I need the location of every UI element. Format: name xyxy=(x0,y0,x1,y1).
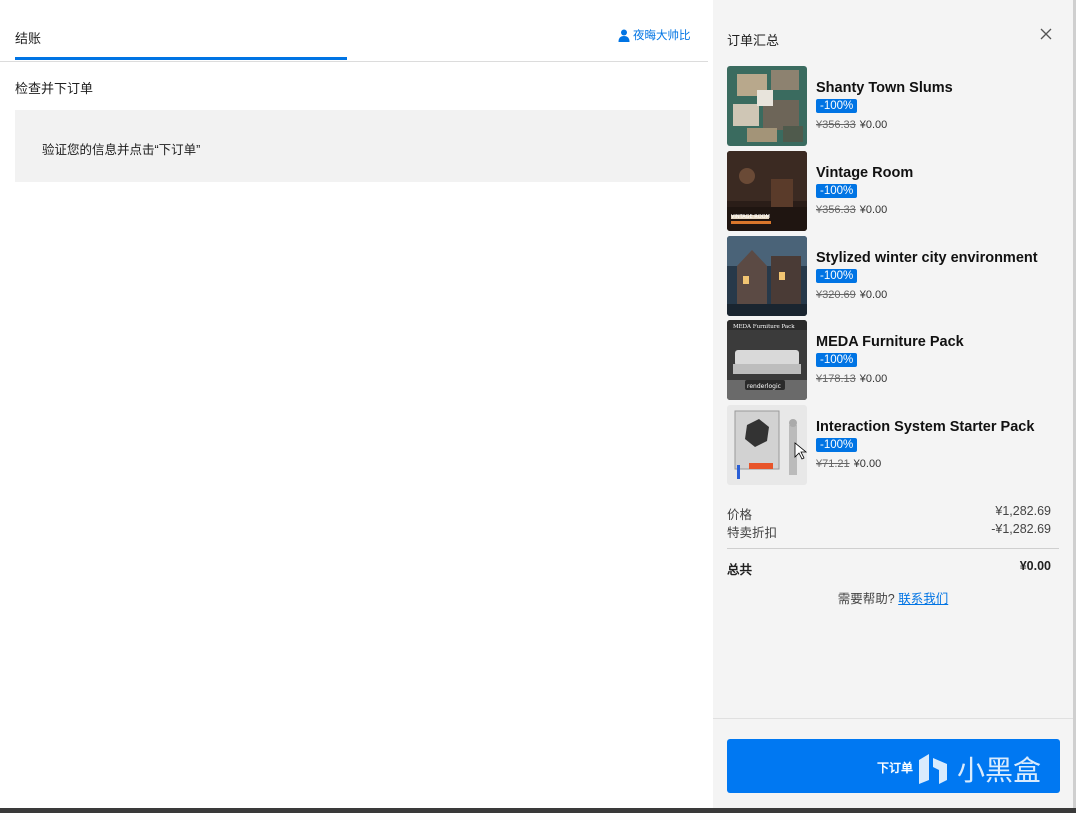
order-item: Shanty Town Slums -100% ¥356.33 ¥0.00 xyxy=(727,66,1067,146)
original-price: ¥356.33 xyxy=(816,204,856,216)
item-price: ¥71.21 ¥0.00 xyxy=(816,458,881,470)
item-name[interactable]: MEDA Furniture Pack xyxy=(816,334,964,350)
original-price: ¥356.33 xyxy=(816,119,856,131)
user-account-link[interactable]: 夜晦大帅比 xyxy=(618,27,691,43)
item-price: ¥178.13 ¥0.00 xyxy=(816,373,887,385)
tab-checkout[interactable]: 结账 xyxy=(15,28,41,47)
price-row: 价格 ¥1,282.69 xyxy=(727,504,1051,523)
discount-badge: -100% xyxy=(816,438,858,452)
price-value: ¥1,282.69 xyxy=(995,504,1051,518)
total-label: 总共 xyxy=(727,563,753,577)
order-item: MEDA Furniture Pack renderlogic MEDA Furn… xyxy=(727,320,1067,400)
sale-price: ¥0.00 xyxy=(859,204,888,216)
product-thumbnail xyxy=(727,66,807,146)
thumbnail-caption: MEDA Furniture Pack xyxy=(733,324,795,330)
place-order-button[interactable]: 下订单 小黑盒 xyxy=(727,739,1060,793)
total-value: ¥0.00 xyxy=(1019,559,1051,573)
item-name[interactable]: Shanty Town Slums xyxy=(816,80,953,96)
product-thumbnail: MEDA Furniture Pack renderlogic xyxy=(727,320,807,400)
item-price: ¥356.33 ¥0.00 xyxy=(816,204,887,216)
order-summary-panel: 订单汇总 Shanty Town Slums -100% ¥356.33 ¥0.0… xyxy=(713,0,1073,718)
summary-divider xyxy=(727,548,1059,549)
watermark: 小黑盒 xyxy=(915,749,1041,789)
discount-badge: -100% xyxy=(816,184,858,198)
discount-label: 特卖折扣 xyxy=(727,526,778,540)
checkout-tabbar: 结账 夜晦大帅比 xyxy=(0,0,708,62)
help-text: 需要帮助? xyxy=(837,592,895,606)
place-order-label: 下订单 xyxy=(877,761,914,775)
order-summary-title: 订单汇总 xyxy=(727,33,780,48)
sale-price: ¥0.00 xyxy=(859,119,888,131)
item-name[interactable]: Stylized winter city environment xyxy=(816,250,1038,266)
item-price: ¥320.69 ¥0.00 xyxy=(816,289,887,301)
item-price: ¥356.33 ¥0.00 xyxy=(816,119,887,131)
sale-price: ¥0.00 xyxy=(853,458,882,470)
order-item: VINTAGE ROOM Vintage Room -100% ¥356.33 ¥… xyxy=(727,151,1067,231)
item-name[interactable]: Vintage Room xyxy=(816,165,913,181)
user-icon xyxy=(618,29,630,42)
tab-active-indicator xyxy=(15,57,347,60)
original-price: ¥320.69 xyxy=(816,289,856,301)
order-footer: 下订单 小黑盒 xyxy=(713,718,1073,809)
verify-notice-text: 验证您的信息并点击“下订单” xyxy=(42,143,201,157)
heybox-logo-icon xyxy=(919,754,947,784)
product-thumbnail: VINTAGE ROOM xyxy=(727,151,807,231)
thumbnail-logo: renderlogic xyxy=(747,383,781,390)
price-label: 价格 xyxy=(727,508,753,522)
discount-value: -¥1,282.69 xyxy=(991,522,1051,536)
discount-badge: -100% xyxy=(816,353,858,367)
sale-price: ¥0.00 xyxy=(859,373,888,385)
original-price: ¥178.13 xyxy=(816,373,856,385)
total-row: 总共 ¥0.00 xyxy=(727,559,1051,578)
close-icon[interactable] xyxy=(1040,28,1052,40)
item-name[interactable]: Interaction System Starter Pack xyxy=(816,419,1034,435)
discount-row: 特卖折扣 -¥1,282.69 xyxy=(727,522,1051,541)
discount-badge: -100% xyxy=(816,99,858,113)
contact-us-link[interactable]: 联系我们 xyxy=(898,592,948,606)
discount-badge: -100% xyxy=(816,269,858,283)
checkout-panel: 结账 夜晦大帅比 检查并下订单 验证您的信息并点击“下订单” xyxy=(0,0,713,808)
verify-notice: 验证您的信息并点击“下订单” xyxy=(15,110,690,182)
thumbnail-caption: VINTAGE ROOM xyxy=(731,214,770,220)
order-item: Stylized winter city environment -100% ¥… xyxy=(727,236,1067,316)
section-title: 检查并下订单 xyxy=(15,81,94,96)
watermark-text: 小黑盒 xyxy=(957,755,1042,786)
product-thumbnail xyxy=(727,236,807,316)
help-line: 需要帮助? 联系我们 xyxy=(713,588,1073,607)
user-name: 夜晦大帅比 xyxy=(633,30,691,42)
product-thumbnail xyxy=(727,405,807,485)
order-item: Interaction System Starter Pack -100% ¥7… xyxy=(727,405,1067,485)
window-bottom-edge xyxy=(0,808,1076,813)
original-price: ¥71.21 xyxy=(816,458,850,470)
sale-price: ¥0.00 xyxy=(859,289,888,301)
